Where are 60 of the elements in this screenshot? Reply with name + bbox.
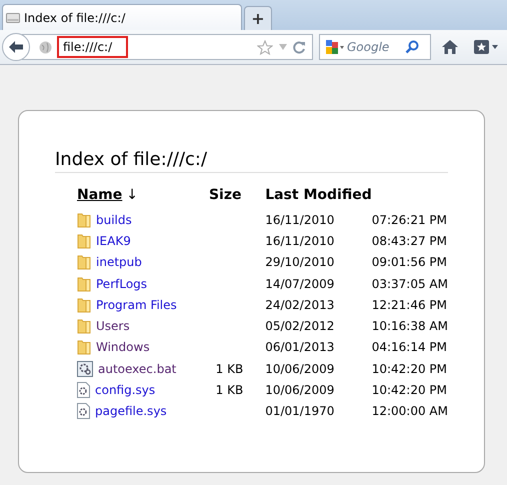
modified-date: 24/02/2013 <box>265 298 334 312</box>
file-link[interactable]: inetpub <box>96 255 142 270</box>
search-field[interactable]: Google <box>319 34 431 60</box>
column-header[interactable]: Name <box>77 187 122 203</box>
modified-date: 14/07/2009 <box>265 276 334 291</box>
back-button[interactable] <box>2 33 30 61</box>
modified-time: 07:26:21 PM <box>372 212 448 227</box>
page-heading: Index of file:///c:/ <box>55 149 448 173</box>
new-tab-button[interactable]: + <box>244 6 272 30</box>
file-size: 1 KB <box>216 383 244 398</box>
modified-time: 03:37:05 AM <box>372 276 448 291</box>
back-arrow-icon[interactable] <box>8 40 24 54</box>
file-link[interactable]: IEAK9 <box>96 234 131 248</box>
modified-date: 10/06/2009 <box>265 383 334 398</box>
file-size: 1 KB <box>216 362 244 376</box>
file-link[interactable]: pagefile.sys <box>95 404 167 418</box>
sort-arrow-icon[interactable]: ↓ <box>126 187 138 203</box>
search-icon[interactable] <box>405 40 419 54</box>
modified-time: 10:42:20 PM <box>372 383 448 398</box>
file-link[interactable]: PerfLogs <box>96 276 148 291</box>
address-text: file:///c:/ <box>57 36 128 58</box>
modified-date: 01/01/1970 <box>265 404 334 418</box>
search-engine-icon <box>325 39 345 55</box>
address-bar[interactable]: file:///c:/ <box>22 34 313 60</box>
file-link[interactable]: Windows <box>96 340 150 354</box>
reload-icon[interactable] <box>293 40 306 54</box>
tab-title: Index of file:///c:/ <box>24 10 126 24</box>
modified-time: 08:43:27 PM <box>372 234 448 248</box>
column-header[interactable]: Last Modified <box>265 187 372 203</box>
gear-file-icon <box>77 360 93 377</box>
modified-date: 16/11/2010 <box>265 234 334 248</box>
file-link[interactable]: Users <box>96 319 130 334</box>
folder-icon <box>77 212 91 228</box>
modified-time: 10:16:38 AM <box>372 319 448 334</box>
modified-date: 05/02/2012 <box>265 319 334 334</box>
browser-tab[interactable]: Index of file:///c:/ <box>2 4 242 30</box>
modified-time: 10:42:20 PM <box>372 362 448 376</box>
modified-time: 12:21:46 PM <box>372 298 448 312</box>
star-icon[interactable] <box>257 40 273 54</box>
file-link[interactable]: config.sys <box>95 383 156 398</box>
file-link[interactable]: autoexec.bat <box>98 362 176 376</box>
folder-icon <box>77 339 91 356</box>
column-header[interactable]: Size <box>208 187 242 203</box>
folder-icon <box>77 254 91 270</box>
modified-date: 16/11/2010 <box>265 212 334 227</box>
folder-icon <box>77 276 91 292</box>
gear-document-icon <box>77 403 90 420</box>
modified-time: 12:00:00 AM <box>372 404 448 418</box>
folder-icon <box>77 296 91 313</box>
modified-date: 06/01/2013 <box>265 340 334 354</box>
modified-date: 10/06/2009 <box>265 362 334 376</box>
folder-icon <box>77 232 91 249</box>
file-link[interactable]: Program Files <box>96 298 177 312</box>
modified-date: 29/10/2010 <box>265 255 334 270</box>
file-link[interactable]: builds <box>96 212 132 227</box>
drive-icon <box>6 12 20 24</box>
gear-document-icon <box>77 382 90 398</box>
folder-icon <box>77 318 91 334</box>
modified-time: 09:01:56 PM <box>372 255 448 270</box>
modified-time: 04:16:14 PM <box>372 340 448 354</box>
